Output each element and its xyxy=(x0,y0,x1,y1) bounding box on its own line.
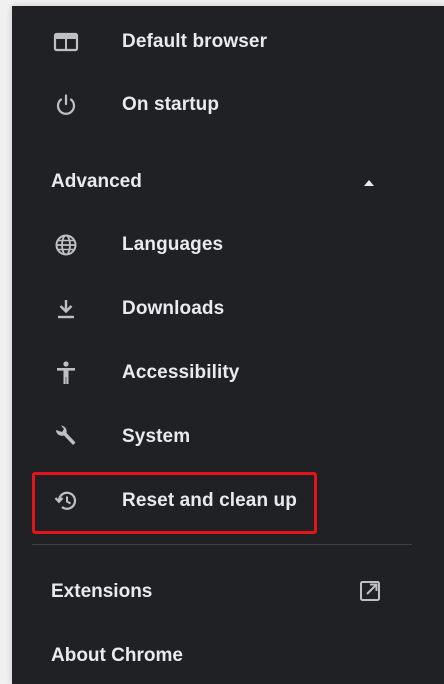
accessibility-icon xyxy=(52,359,80,387)
about-chrome-label: About Chrome xyxy=(51,645,183,666)
menu-item-about-chrome[interactable]: About Chrome xyxy=(12,628,444,684)
menu-item-reset-and-clean-up[interactable]: Reset and clean up xyxy=(12,473,444,529)
menu-item-downloads[interactable]: Downloads xyxy=(12,281,444,337)
advanced-section-toggle[interactable]: Advanced xyxy=(12,154,444,210)
menu-item-label: On startup xyxy=(122,94,220,115)
menu-item-label: Default browser xyxy=(122,31,268,52)
open-in-new-icon xyxy=(357,578,383,604)
menu-item-label: Languages xyxy=(122,234,224,255)
menu-item-extensions[interactable]: Extensions xyxy=(12,564,444,620)
menu-item-default-browser[interactable]: Default browser xyxy=(12,14,444,70)
extensions-label: Extensions xyxy=(51,581,153,602)
menu-item-languages[interactable]: Languages xyxy=(12,217,444,273)
menu-item-label: Downloads xyxy=(122,298,225,319)
advanced-section-label: Advanced xyxy=(51,171,142,192)
download-icon xyxy=(52,295,80,323)
menu-item-on-startup[interactable]: On startup xyxy=(12,77,444,133)
menu-item-label: Reset and clean up xyxy=(122,490,297,511)
settings-side-menu: Default browser On startup Advanced Lang… xyxy=(12,6,444,684)
restore-history-icon xyxy=(52,487,80,515)
globe-icon xyxy=(52,231,80,259)
wrench-icon xyxy=(52,423,80,451)
menu-item-label: Accessibility xyxy=(122,362,240,383)
caret-up-icon xyxy=(362,176,376,190)
menu-item-accessibility[interactable]: Accessibility xyxy=(12,345,444,401)
menu-item-label: System xyxy=(122,426,191,447)
browser-window-icon xyxy=(52,28,80,56)
power-icon xyxy=(52,91,80,119)
menu-item-system[interactable]: System xyxy=(12,409,444,465)
menu-divider xyxy=(32,544,412,545)
